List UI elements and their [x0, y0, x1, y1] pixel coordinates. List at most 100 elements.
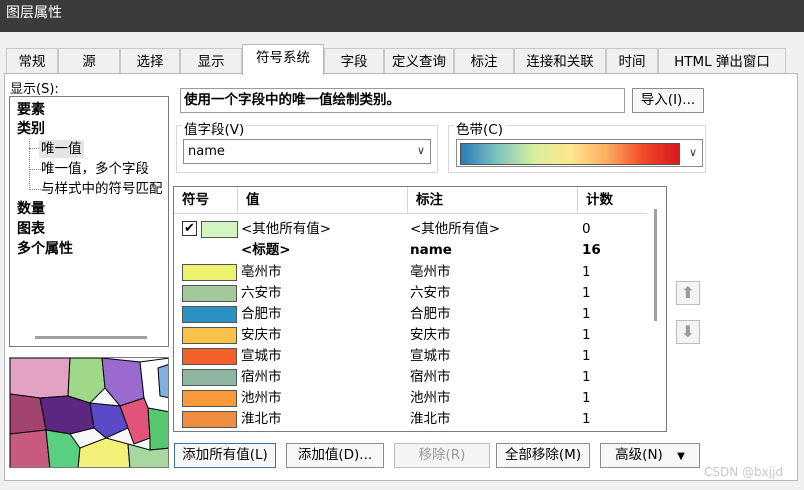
cell-value: <标题> [241, 242, 291, 258]
show-label: 显示(S): [10, 82, 59, 97]
remove-all-button[interactable]: 全部移除(M) [496, 443, 590, 468]
remove-button[interactable]: 移除(R) [394, 443, 490, 468]
cell-label: 合肥市 [410, 306, 451, 322]
symbol-swatch[interactable] [182, 411, 237, 428]
table-vertical-scrollbar[interactable] [647, 187, 665, 431]
cell-label: name [410, 242, 452, 258]
move-up-button[interactable]: ⬆ [676, 281, 700, 305]
symbol-swatch[interactable] [182, 390, 237, 407]
scrollbar-thumb[interactable] [654, 209, 657, 321]
column-header-label[interactable]: 标注 [408, 187, 578, 214]
cell-label: 宣城市 [410, 348, 451, 364]
table-row-other-values[interactable]: ✔ <其他所有值> <其他所有值> 0 [174, 219, 648, 240]
tab-symbology[interactable]: 符号系统 [242, 44, 324, 75]
cell-count: 1 [582, 348, 591, 364]
table-row[interactable]: 六安市 六安市 1 [174, 283, 648, 304]
scrollbar-thumb[interactable] [35, 336, 147, 339]
unique-values-table[interactable]: 符号 值 标注 计数 ✔ <其他所有值> <其他所有值> 0 <标题> name… [173, 186, 667, 432]
symbol-swatch[interactable] [182, 264, 237, 281]
color-ramp-preview [460, 143, 680, 165]
tree-item-match-style[interactable]: 与样式中的符号匹配 [41, 180, 163, 198]
tab-display[interactable]: 显示 [180, 48, 242, 74]
tree-horizontal-scrollbar[interactable] [11, 330, 167, 344]
tab-strip: 常规 源 选择 显示 符号系统 字段 定义查询 标注 连接和关联 时间 HTML… [0, 44, 804, 75]
value-field-dropdown[interactable]: name ∨ [183, 139, 431, 164]
preview-map [10, 358, 168, 467]
move-down-button[interactable]: ⬇ [676, 320, 700, 344]
tab-joins-relates[interactable]: 连接和关联 [514, 48, 606, 74]
value-field-selected: name [188, 144, 225, 159]
cell-value: 亳州市 [241, 264, 282, 280]
cell-value: 宣城市 [241, 348, 282, 364]
cell-label: 淮北市 [410, 411, 451, 427]
arrow-up-icon: ⬆ [681, 283, 695, 302]
cell-count: 1 [582, 327, 591, 343]
tree-item-charts[interactable]: 图表 [17, 220, 45, 238]
tree-item-quantities[interactable]: 数量 [17, 200, 45, 218]
chevron-down-icon: ∨ [416, 144, 425, 157]
tree-connector [29, 139, 30, 190]
symbol-swatch[interactable] [182, 327, 237, 344]
tab-selection[interactable]: 选择 [120, 48, 180, 74]
symbol-swatch[interactable] [182, 306, 237, 323]
caret-down-icon: ▼ [677, 451, 685, 462]
window-title-bar: 图层属性 [0, 0, 804, 32]
arrow-down-icon: ⬇ [681, 322, 695, 341]
add-values-button[interactable]: 添加值(D)... [286, 443, 384, 468]
color-ramp-dropdown[interactable]: ∨ [456, 139, 703, 167]
tree-item-features[interactable]: 要素 [17, 101, 45, 119]
table-row-heading[interactable]: <标题> name 16 [174, 240, 648, 261]
cell-count: 0 [582, 221, 591, 237]
cell-label: 安庆市 [410, 327, 451, 343]
cell-label: 宿州市 [410, 369, 451, 385]
column-header-count[interactable]: 计数 [578, 187, 648, 214]
cell-value: 池州市 [241, 390, 282, 406]
cell-count: 1 [582, 285, 591, 301]
cell-label: <其他所有值> [410, 221, 501, 237]
tree-item-categories[interactable]: 类别 [17, 120, 45, 138]
table-row[interactable]: 池州市 池州市 1 [174, 388, 648, 409]
tree-item-unique-values-many-fields[interactable]: 唯一值，多个字段 [41, 160, 149, 178]
tree-item-multiple-attributes[interactable]: 多个属性 [17, 240, 73, 258]
table-row[interactable]: 宿州市 宿州市 1 [174, 367, 648, 388]
color-ramp-label: 色带(C) [454, 118, 505, 138]
tab-labels[interactable]: 标注 [454, 48, 514, 74]
cell-count: 16 [582, 242, 601, 258]
tab-html-popup[interactable]: HTML 弹出窗口 [658, 48, 786, 74]
advanced-button[interactable]: 高级(N) ▼ [600, 443, 700, 468]
renderer-tree[interactable]: 要素 类别 唯一值 唯一值，多个字段 与样式中的符号匹配 数量 图表 多个属性 [9, 96, 169, 347]
column-header-value[interactable]: 值 [238, 187, 408, 214]
symbol-swatch[interactable] [182, 285, 237, 302]
column-header-symbol[interactable]: 符号 [174, 187, 238, 214]
cell-value: 淮北市 [241, 411, 282, 427]
checkbox-show-other-values[interactable]: ✔ [182, 221, 197, 236]
cell-label: 六安市 [410, 285, 451, 301]
renderer-preview-image [9, 357, 169, 468]
symbol-swatch[interactable] [182, 369, 237, 386]
cell-count: 1 [582, 390, 591, 406]
tab-general[interactable]: 常规 [6, 48, 58, 74]
table-row[interactable]: 亳州市 亳州市 1 [174, 262, 648, 283]
table-row[interactable]: 宣城市 宣城市 1 [174, 346, 648, 367]
table-row[interactable]: 淮北市 淮北市 1 [174, 409, 648, 430]
cell-value: 安庆市 [241, 327, 282, 343]
cell-count: 1 [582, 411, 591, 427]
tree-connector [29, 189, 41, 190]
cell-count: 1 [582, 264, 591, 280]
tree-item-unique-values[interactable]: 唯一值 [39, 140, 84, 158]
symbol-swatch[interactable] [182, 348, 237, 365]
tab-fields[interactable]: 字段 [324, 48, 384, 74]
cell-count: 1 [582, 306, 591, 322]
tab-definition-query[interactable]: 定义查询 [384, 48, 454, 74]
table-row[interactable]: 安庆市 安庆市 1 [174, 325, 648, 346]
window-title: 图层属性 [6, 5, 62, 21]
tab-source[interactable]: 源 [58, 48, 120, 74]
cell-count: 1 [582, 369, 591, 385]
renderer-description: 使用一个字段中的唯一值绘制类别。 [180, 88, 625, 113]
import-button[interactable]: 导入(I)... [632, 88, 704, 113]
symbol-swatch[interactable] [201, 221, 238, 238]
value-field-label: 值字段(V) [182, 118, 247, 138]
tab-time[interactable]: 时间 [606, 48, 658, 74]
add-all-values-button[interactable]: 添加所有值(L) [174, 443, 276, 468]
table-row[interactable]: 合肥市 合肥市 1 [174, 304, 648, 325]
